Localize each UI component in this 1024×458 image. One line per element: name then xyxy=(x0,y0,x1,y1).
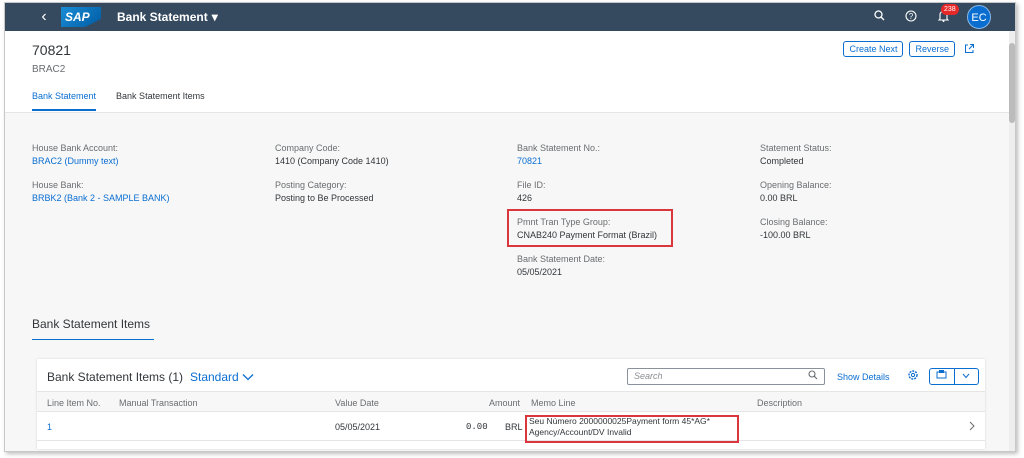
search-icon[interactable] xyxy=(871,10,887,24)
currency-cell: BRL xyxy=(505,422,523,432)
export-icon[interactable] xyxy=(930,369,955,384)
opening-balance-value: 0.00 BRL xyxy=(760,193,798,203)
page-subtitle: BRAC2 xyxy=(32,64,66,75)
column-header[interactable]: Value Date xyxy=(335,398,379,408)
amount-cell: 0.00 xyxy=(466,422,488,432)
svg-text:?: ? xyxy=(909,12,914,21)
closing-balance-value: -100.00 BRL xyxy=(760,230,811,240)
section-underline xyxy=(32,339,154,340)
pmnt-highlight-box xyxy=(507,209,673,247)
statement-date-label: Bank Statement Date: xyxy=(517,254,606,264)
app-title: Bank Statement xyxy=(117,10,208,24)
statement-status-label: Statement Status: xyxy=(760,143,832,153)
posting-category-label: Posting Category: xyxy=(275,180,347,190)
variant-selector[interactable]: Standard xyxy=(190,370,254,384)
column-header[interactable]: Amount xyxy=(489,398,520,408)
app-title-menu[interactable]: Bank Statement ▾ xyxy=(117,10,218,24)
create-next-button[interactable]: Create Next xyxy=(843,41,904,57)
tab-bank-statement-items[interactable]: Bank Statement Items xyxy=(116,91,205,111)
table-header: Line Item No. Manual Transaction Value D… xyxy=(37,391,985,412)
file-id-label: File ID: xyxy=(517,180,546,190)
object-header: 70821 BRAC2 Create Next Reverse Bank Sta… xyxy=(5,31,1015,113)
show-details-button[interactable]: Show Details xyxy=(837,372,890,382)
house-bank-account-label: House Bank Account: xyxy=(32,143,119,153)
help-icon[interactable]: ? xyxy=(903,9,919,25)
shell-actions: ? 238 EC xyxy=(871,3,991,31)
shell-bar: ‹ SAP Bank Statement ▾ ? 238 EC xyxy=(5,3,1015,31)
house-bank-account-link[interactable]: BRAC2 (Dummy text) xyxy=(32,156,262,166)
statement-date-value: 05/05/2021 xyxy=(517,267,563,277)
caret-down-icon: ▾ xyxy=(211,10,218,24)
house-bank-label: House Bank: xyxy=(32,180,84,190)
company-code-label: Company Code: xyxy=(275,143,341,153)
tab-bank-statement[interactable]: Bank Statement xyxy=(32,91,97,111)
house-bank-link[interactable]: BRBK2 (Bank 2 - SAMPLE BANK) xyxy=(32,193,262,203)
facet-column-1: House Bank Account: BRAC2 (Dummy text) H… xyxy=(32,143,262,217)
export-dropdown-icon[interactable] xyxy=(955,369,979,384)
column-header[interactable]: Description xyxy=(757,398,802,408)
chevron-down-icon xyxy=(242,370,254,384)
header-tabs: Bank Statement Bank Statement Items xyxy=(32,91,205,111)
variant-label: Standard xyxy=(190,370,239,384)
column-header[interactable]: Line Item No. xyxy=(47,398,101,408)
items-table-panel: Bank Statement Items (1) Standard Search… xyxy=(37,359,985,449)
notifications-bell-icon[interactable]: 238 xyxy=(935,3,959,25)
header-actions: Create Next Reverse xyxy=(843,41,955,57)
notification-count-badge: 238 xyxy=(941,3,959,15)
opening-balance-label: Opening Balance: xyxy=(760,180,832,190)
search-icon[interactable] xyxy=(808,370,818,385)
file-id-value: 426 xyxy=(517,193,533,203)
statement-status-value: Completed xyxy=(760,156,804,166)
statement-no-label: Bank Statement No.: xyxy=(517,143,601,153)
reverse-button[interactable]: Reverse xyxy=(909,41,955,57)
page-title: 70821 xyxy=(32,42,71,58)
sap-logo[interactable]: SAP xyxy=(61,7,101,27)
search-input[interactable]: Search xyxy=(627,368,825,385)
table-row[interactable]: 1 05/05/2021 0.00 BRL Seu Número 2000000… xyxy=(37,412,985,441)
line-item-cell[interactable]: 1 xyxy=(47,422,52,432)
scrollbar-thumb[interactable] xyxy=(1009,43,1015,123)
table-title: Bank Statement Items (1) xyxy=(47,370,184,384)
section-title: Bank Statement Items xyxy=(32,317,151,331)
value-date-cell: 05/05/2021 xyxy=(335,422,381,432)
gear-icon[interactable] xyxy=(907,369,919,384)
export-button[interactable] xyxy=(929,368,979,385)
app-window: ‹ SAP Bank Statement ▾ ? 238 EC 70821 BR… xyxy=(4,2,1016,452)
facet-column-4: Statement Status: Completed Opening Bala… xyxy=(760,143,990,254)
memo-highlight-box xyxy=(525,415,739,443)
facet-column-2: Company Code: 1410 (Company Code 1410) P… xyxy=(275,143,505,217)
company-code-value: 1410 (Company Code 1410) xyxy=(275,156,389,166)
posting-category-value: Posting to Be Processed xyxy=(275,193,374,203)
share-icon[interactable] xyxy=(964,43,975,57)
user-avatar[interactable]: EC xyxy=(967,5,991,29)
column-header[interactable]: Manual Transaction xyxy=(119,398,198,408)
search-placeholder: Search xyxy=(634,371,663,381)
chevron-right-icon[interactable] xyxy=(969,421,975,434)
back-button[interactable]: ‹ xyxy=(29,8,59,26)
statement-no-link[interactable]: 70821 xyxy=(517,156,747,166)
column-header[interactable]: Memo Line xyxy=(531,398,576,408)
table-toolbar: Bank Statement Items (1) Standard Search… xyxy=(37,359,985,391)
closing-balance-label: Closing Balance: xyxy=(760,217,828,227)
